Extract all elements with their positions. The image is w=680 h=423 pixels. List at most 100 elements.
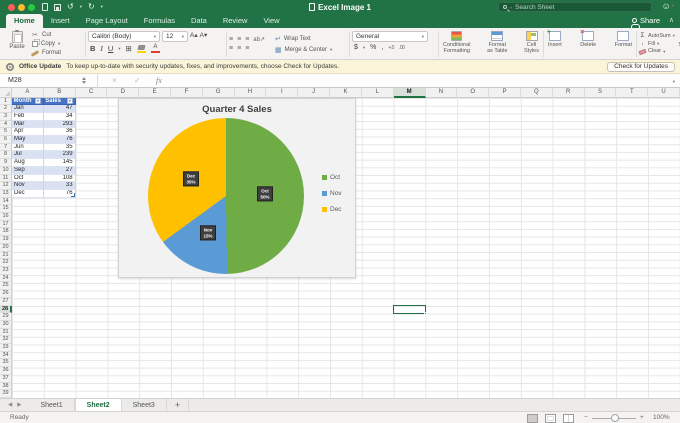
insert-function-icon[interactable]: fx [156,74,162,88]
sheet-tab-sheet3[interactable]: Sheet3 [122,399,167,411]
formula-bar-expand-icon[interactable]: ▾ [673,79,675,85]
align-left-icon[interactable]: ≡ [229,45,233,52]
month-cell[interactable]: Feb [12,112,44,121]
column-header-O[interactable]: O [457,88,490,98]
month-cell[interactable]: Sep [12,166,44,175]
align-center-icon[interactable]: ≡ [237,45,241,52]
row-header-29[interactable]: 29 [0,313,12,321]
sort-filter-button[interactable]: AZ Sort & Filter [675,30,680,58]
copy-button[interactable]: Copy ▾ [31,40,83,48]
row-header-4[interactable]: 4 [0,120,12,129]
confirm-entry-icon[interactable]: ✓ [134,74,141,88]
row-header-35[interactable]: 35 [0,359,12,368]
row-header-23[interactable]: 23 [0,267,12,275]
sales-cell[interactable]: 34 [43,112,76,121]
column-header-B[interactable]: B [43,88,76,98]
row-header-24[interactable]: 24 [0,274,12,283]
pie-plot[interactable] [148,118,304,274]
tab-data[interactable]: Data [183,14,215,29]
month-cell[interactable]: Nov [12,182,44,190]
underline-dropdown-icon[interactable]: ▾ [118,46,120,52]
cell-styles-button[interactable]: Cell Styles [524,30,539,58]
merge-center-button[interactable]: ▦ Merge & Center ▾ [275,46,347,54]
increase-font-button[interactable]: A▴ [190,31,198,42]
row-header-3[interactable]: 3 [0,112,12,121]
row-header-2[interactable]: 2 [0,105,12,113]
row-header-1[interactable]: 1 [0,97,12,106]
column-header-E[interactable]: E [139,88,172,98]
column-header-G[interactable]: G [202,88,235,98]
month-cell[interactable]: May [12,136,44,144]
row-header-26[interactable]: 26 [0,290,12,298]
column-header-J[interactable]: J [298,88,331,98]
tab-home[interactable]: Home [6,13,43,28]
sheet-tab-sheet2[interactable]: Sheet2 [74,399,122,411]
column-header-N[interactable]: N [425,88,458,98]
column-header-L[interactable]: L [361,88,394,98]
column-header-D[interactable]: D [107,88,140,98]
column-header-T[interactable]: T [616,88,649,98]
row-header-6[interactable]: 6 [0,136,12,144]
page-break-view-button[interactable] [563,413,574,423]
row-header-38[interactable]: 38 [0,382,12,391]
column-header-R[interactable]: R [552,88,585,98]
sales-cell[interactable]: 239 [43,151,76,160]
row-header-19[interactable]: 19 [0,236,12,244]
table-header-sales[interactable]: Sales ▾ [43,97,76,106]
previous-sheet-icon[interactable]: ◀ [8,402,12,408]
zoom-slider-knob[interactable] [611,414,619,422]
tab-review[interactable]: Review [215,14,256,29]
sales-cell[interactable]: 76 [43,136,76,144]
cancel-entry-icon[interactable]: × [112,74,117,88]
column-header-U[interactable]: U [648,88,680,98]
underline-button[interactable]: U [108,45,113,53]
row-header-25[interactable]: 25 [0,282,12,291]
filter-dropdown-icon[interactable]: ▾ [66,97,74,104]
row-header-17[interactable]: 17 [0,220,12,229]
tab-formulas[interactable]: Formulas [136,14,183,29]
bold-button[interactable]: B [90,45,95,53]
orientation-icon[interactable]: ab↗ [253,37,265,43]
column-header-A[interactable]: A [12,88,44,98]
row-header-32[interactable]: 32 [0,336,12,345]
row-header-28[interactable]: 28 [0,305,12,314]
month-cell[interactable]: Apr [12,128,44,137]
sales-cell[interactable]: 27 [43,166,76,175]
month-cell[interactable]: Dec [12,189,44,198]
column-header-H[interactable]: H [234,88,267,98]
cut-button[interactable]: ✂ Cut [31,31,83,39]
active-cell-outline[interactable] [393,305,427,315]
row-header-15[interactable]: 15 [0,205,12,214]
align-top-icon[interactable]: ≡ [229,36,233,43]
italic-button[interactable]: I [100,45,103,53]
decrease-font-button[interactable]: A▾ [200,31,208,42]
currency-dropdown-icon[interactable]: ▾ [363,45,365,51]
font-name-select[interactable]: Calibri (Body) ▾ [88,31,160,42]
row-header-30[interactable]: 30 [0,320,12,329]
row-header-8[interactable]: 8 [0,151,12,160]
fill-handle[interactable] [424,311,427,315]
name-box-stepper[interactable] [82,76,86,84]
column-header-C[interactable]: C [75,88,108,98]
row-header-18[interactable]: 18 [0,228,12,237]
fill-button[interactable]: ↓ Fill ▾ [639,41,675,48]
column-header-K[interactable]: K [330,88,362,98]
format-cells-button[interactable]: Format [615,30,632,58]
conditional-formatting-button[interactable]: Conditional Formatting [443,30,471,58]
row-header-16[interactable]: 16 [0,213,12,221]
row-header-21[interactable]: 21 [0,251,12,260]
row-header-34[interactable]: 34 [0,351,12,360]
format-painter-button[interactable]: Format [30,49,83,57]
row-header-10[interactable]: 10 [0,166,12,175]
page-layout-view-button[interactable] [545,413,556,423]
month-cell[interactable]: Oct [12,174,44,183]
align-bottom-icon[interactable]: ≡ [245,36,249,43]
sales-cell[interactable]: 35 [43,143,76,152]
row-header-31[interactable]: 31 [0,328,12,337]
row-header-36[interactable]: 36 [0,367,12,375]
row-header-27[interactable]: 27 [0,297,12,306]
legend-item-oct[interactable]: Oct [322,169,342,185]
month-cell[interactable]: Jun [12,143,44,152]
tab-view[interactable]: View [255,14,287,29]
row-header-9[interactable]: 9 [0,159,12,167]
